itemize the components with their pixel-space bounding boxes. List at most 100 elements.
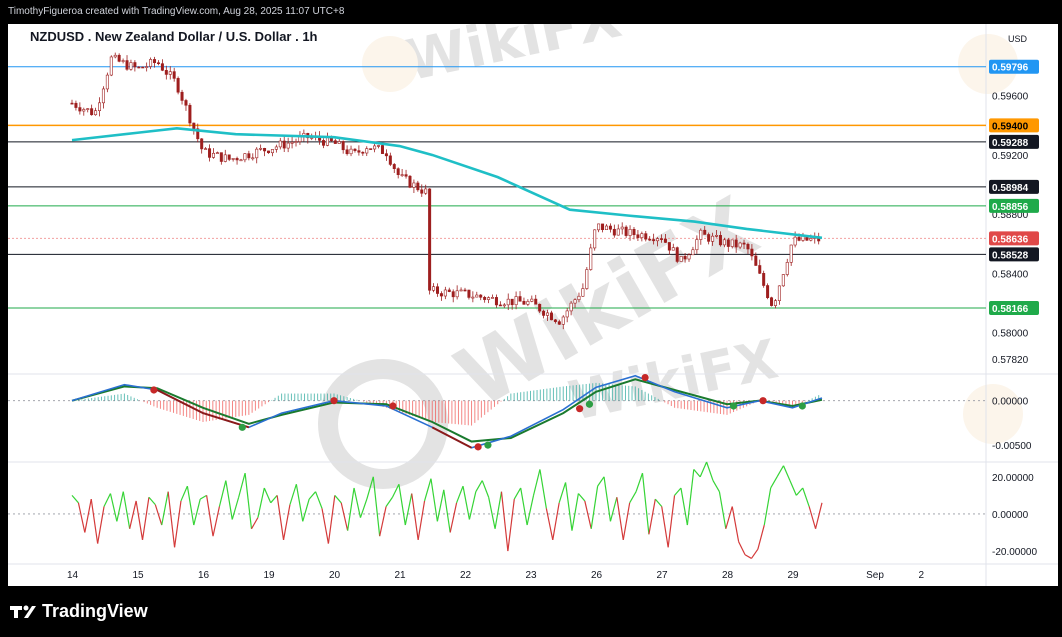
candle-body	[632, 228, 636, 236]
candle-body	[565, 310, 569, 318]
candle-body	[400, 174, 404, 176]
candle-body	[243, 153, 247, 161]
candle-body	[377, 145, 381, 147]
candle-body	[640, 233, 644, 238]
oscillator-segment	[218, 480, 227, 507]
candle-body	[483, 296, 487, 300]
x-tick-label: 16	[198, 570, 210, 581]
oscillator-segment	[161, 491, 169, 526]
candle-body	[773, 300, 777, 306]
candle-body	[475, 294, 479, 298]
candle-body	[534, 298, 538, 305]
macd-cross-marker	[576, 405, 584, 413]
candle-body	[78, 107, 82, 112]
candle-body	[98, 102, 102, 111]
candle-body	[730, 239, 734, 247]
candle-body	[718, 235, 722, 246]
oscillator-segment	[706, 461, 714, 481]
oscillator-segment	[379, 506, 387, 537]
oscillator-segment	[802, 487, 810, 507]
chart-panel[interactable]: WikiFX WikiFX WikiFX USD 0.59600 0.59200 0.588…	[8, 24, 1058, 586]
candle-body	[74, 102, 78, 108]
candle-body	[349, 148, 353, 155]
candle-body	[188, 104, 192, 124]
oscillator-segment	[795, 487, 804, 496]
oscillator-segment	[430, 478, 438, 522]
oscillator-segment	[674, 487, 682, 496]
oscillator-segment	[423, 478, 432, 502]
candle-body	[620, 226, 624, 230]
candle-body	[628, 228, 632, 236]
candle-body	[101, 88, 105, 104]
candle-body	[703, 229, 707, 235]
candle-body	[549, 312, 553, 321]
oscillator-segment	[417, 500, 426, 540]
oscillator-segment	[411, 493, 419, 540]
x-tick-label: 19	[264, 570, 276, 581]
candle-body	[424, 188, 428, 194]
oscillator-segment	[340, 502, 349, 531]
macd-cross-marker	[330, 397, 338, 405]
oscillator-segment	[148, 496, 156, 506]
candle-body	[180, 91, 184, 101]
candle-body	[153, 59, 157, 64]
candle-body	[361, 151, 365, 154]
oscillator-segment	[398, 484, 406, 526]
oscillator-segment	[757, 524, 765, 550]
oscillator-segment	[686, 469, 695, 526]
oscillator-segment	[135, 500, 144, 540]
oscillator-segment	[744, 554, 752, 559]
oscillator-segment	[77, 502, 86, 533]
oscillator-segment	[71, 494, 79, 504]
level-price-label: 0.59400	[992, 121, 1029, 132]
candle-body	[294, 141, 298, 143]
oscillator-segment	[456, 485, 464, 504]
candle-body	[758, 265, 762, 274]
candle-body	[90, 108, 94, 116]
macd-cross-marker	[150, 386, 158, 394]
chart-canvas[interactable]: WikiFXWikiFXWikiFXUSD0.596000.592000.588…	[8, 24, 1058, 586]
macd-y-tick-label: -0.00500	[992, 441, 1032, 452]
level-price-label: 0.58984	[992, 183, 1029, 194]
tradingview-logo[interactable]: TradingView	[10, 601, 148, 622]
oscillator-segment	[526, 495, 535, 526]
candle-body	[231, 158, 235, 160]
oscillator-segment	[385, 496, 393, 507]
y-tick-label: 0.58000	[992, 329, 1029, 340]
oscillator-segment	[206, 495, 214, 537]
candle-body	[435, 286, 439, 294]
x-tick-label: 28	[722, 570, 734, 581]
candle-body	[333, 140, 337, 144]
candle-body	[561, 316, 565, 325]
candle-body	[412, 182, 416, 188]
oscillator-segment	[276, 495, 285, 540]
macd-cross-marker	[238, 423, 246, 431]
oscillator-segment	[552, 502, 560, 540]
candle-body	[695, 239, 699, 251]
candle-body	[754, 255, 758, 266]
candle-body	[569, 302, 573, 312]
candle-body	[109, 56, 113, 76]
candle-body	[522, 300, 526, 305]
candle-body	[353, 148, 357, 151]
candle-body	[793, 236, 797, 246]
candle-body	[392, 164, 396, 169]
candle-body	[711, 235, 715, 242]
candle-body	[589, 247, 593, 270]
oscillator-segment	[731, 506, 740, 542]
candle-body	[113, 54, 117, 58]
x-tick-label: 15	[133, 570, 145, 581]
candle-body	[121, 60, 125, 62]
candle-body	[608, 225, 612, 230]
candle-body	[518, 296, 522, 302]
oscillator-segment	[789, 480, 797, 496]
oscillator-segment	[507, 499, 515, 552]
candle-body	[373, 145, 377, 150]
oscillator-segment	[141, 497, 150, 540]
oscillator-segment	[263, 487, 272, 504]
level-price-label: 0.58528	[992, 250, 1029, 261]
oscillator-segment	[315, 491, 323, 509]
candle-body	[322, 140, 326, 146]
oscillator-segment	[693, 469, 701, 478]
candle-body	[105, 74, 109, 90]
